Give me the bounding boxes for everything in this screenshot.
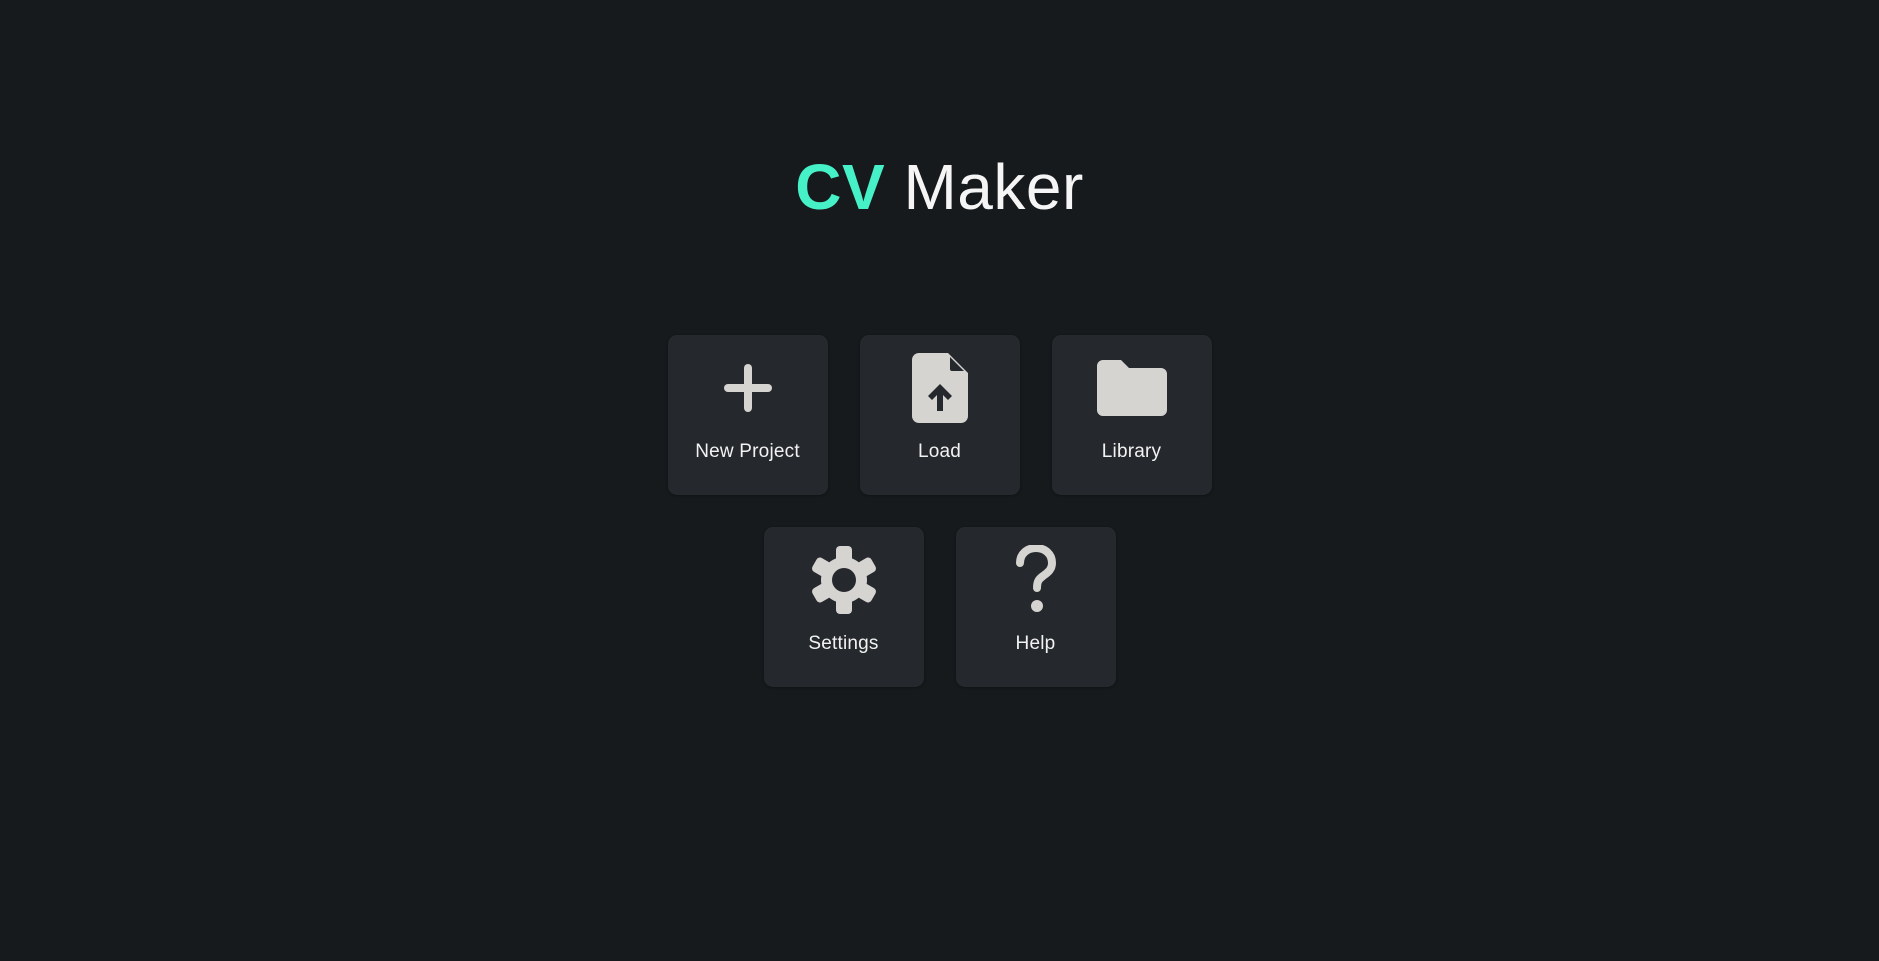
help-button[interactable]: Help — [955, 527, 1116, 687]
load-button[interactable]: Load — [859, 335, 1020, 495]
main-menu-row-1: New Project Load Library — [667, 335, 1212, 495]
new-project-button[interactable]: New Project — [667, 335, 828, 495]
file-upload-icon — [904, 352, 976, 424]
app-title: CV Maker — [0, 150, 1879, 224]
app-title-accent: CV — [795, 151, 886, 223]
folder-icon — [1096, 352, 1168, 424]
main-menu: New Project Load Library Settings Help — [0, 335, 1879, 687]
app-root: CV Maker New Project Load Library Settin… — [0, 0, 1879, 961]
load-label: Load — [917, 441, 962, 462]
settings-label: Settings — [808, 633, 879, 654]
gear-icon — [808, 544, 880, 616]
plus-icon — [712, 352, 784, 424]
library-button[interactable]: Library — [1051, 335, 1212, 495]
library-label: Library — [1101, 441, 1162, 462]
main-menu-row-2: Settings Help — [763, 527, 1116, 687]
settings-button[interactable]: Settings — [763, 527, 924, 687]
app-title-rest: Maker — [903, 151, 1084, 223]
help-label: Help — [1015, 633, 1056, 654]
new-project-label: New Project — [695, 441, 800, 462]
question-mark-icon — [1000, 544, 1072, 616]
